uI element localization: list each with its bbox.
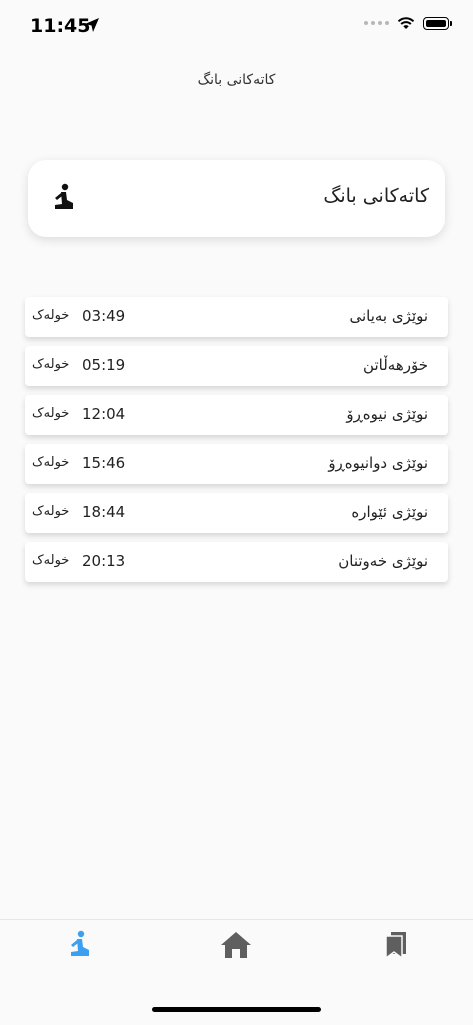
signal-dots-icon — [364, 21, 389, 25]
prayer-name: نوێژی نیوەڕۆ — [346, 405, 428, 423]
status-indicators — [364, 16, 452, 30]
prayer-unit: خولەک — [32, 357, 70, 372]
prayer-row-maghrib[interactable]: نوێژی ئێوارە 18:44 خولەک — [25, 493, 448, 533]
header-card: کاتەکانی بانگ — [28, 160, 445, 237]
prayer-name: نوێژی دوانیوەڕۆ — [328, 454, 428, 472]
prayer-time: 05:19 — [82, 356, 126, 374]
prayer-times-list: نوێژی بەیانی 03:49 خولەک خۆرهەڵاتن 05:19… — [25, 297, 448, 591]
prayer-unit: خولەک — [32, 406, 70, 421]
prayer-row-asr[interactable]: نوێژی دوانیوەڕۆ 15:46 خولەک — [25, 444, 448, 484]
prayer-row-sunrise[interactable]: خۆرهەڵاتن 05:19 خولەک — [25, 346, 448, 386]
prayer-unit: خولەک — [32, 504, 70, 519]
page-title: کاتەکانی بانگ — [197, 72, 276, 88]
prayer-name: نوێژی خەوتنان — [338, 552, 428, 570]
tab-home[interactable] — [220, 930, 252, 960]
tab-prayer-times[interactable] — [64, 930, 96, 960]
prayer-row-isha[interactable]: نوێژی خەوتنان 20:13 خولەک — [25, 542, 448, 582]
header-card-title: کاتەکانی بانگ — [323, 185, 429, 207]
prayer-name: خۆرهەڵاتن — [363, 356, 428, 374]
prayer-unit: خولەک — [32, 308, 70, 323]
tab-bookmarks[interactable] — [380, 930, 412, 960]
status-time: 11:45 — [30, 15, 91, 37]
prayer-time: 18:44 — [82, 503, 126, 521]
status-bar: 11:45 — [0, 0, 473, 52]
location-arrow-icon — [85, 18, 99, 32]
battery-icon — [423, 16, 452, 30]
prayer-name: نوێژی ئێوارە — [351, 503, 428, 521]
praying-person-icon — [55, 183, 73, 209]
prayer-time: 20:13 — [82, 552, 126, 570]
prayer-unit: خولەک — [32, 553, 70, 568]
prayer-row-fajr[interactable]: نوێژی بەیانی 03:49 خولەک — [25, 297, 448, 337]
prayer-row-dhuhr[interactable]: نوێژی نیوەڕۆ 12:04 خولەک — [25, 395, 448, 435]
prayer-time: 15:46 — [82, 454, 126, 472]
prayer-name: نوێژی بەیانی — [349, 307, 428, 325]
prayer-time: 12:04 — [82, 405, 126, 423]
prayer-unit: خولەک — [32, 455, 70, 470]
prayer-time: 03:49 — [82, 307, 126, 325]
wifi-icon — [397, 17, 415, 29]
home-indicator[interactable] — [152, 1007, 321, 1012]
